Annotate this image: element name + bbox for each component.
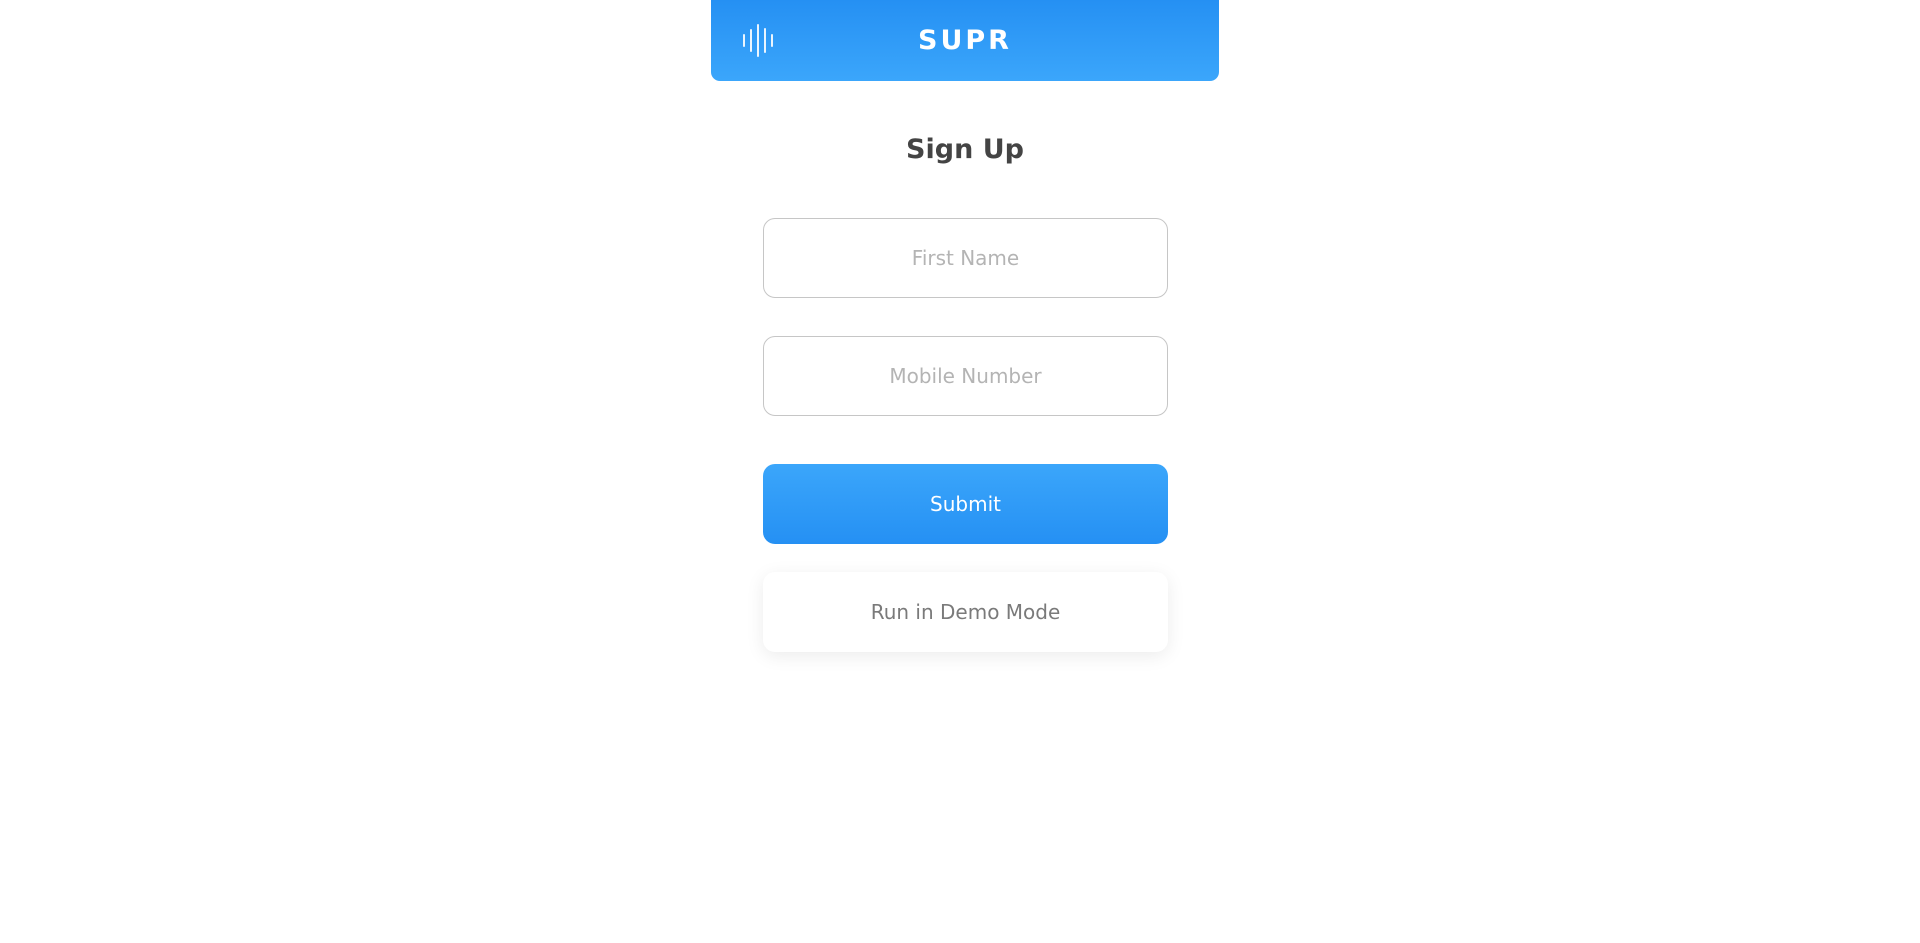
submit-button[interactable]: Submit bbox=[763, 464, 1168, 544]
brand-name: SUPR bbox=[918, 25, 1012, 56]
page-title: Sign Up bbox=[906, 134, 1024, 165]
app-header: SUPR bbox=[711, 0, 1219, 81]
mobile-number-input[interactable] bbox=[763, 336, 1168, 416]
app-container: SUPR Sign Up Submit Run in Demo Mode bbox=[711, 0, 1219, 943]
first-name-input[interactable] bbox=[763, 218, 1168, 298]
demo-mode-button[interactable]: Run in Demo Mode bbox=[763, 572, 1168, 652]
